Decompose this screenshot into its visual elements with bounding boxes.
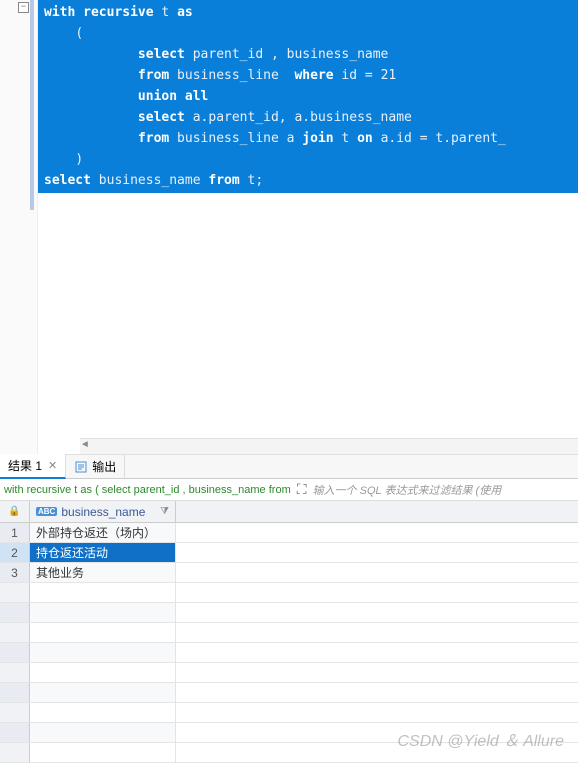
cell-empty	[30, 723, 176, 742]
cell-business-name[interactable]: 其他业务	[30, 563, 176, 582]
sql-editor-area: − with recursive t as ( select parent_id…	[0, 0, 578, 455]
grid-corner[interactable]: 🔒	[0, 501, 30, 522]
expand-icon[interactable]: ⛶	[297, 481, 307, 498]
tab-label: 结果 1	[8, 457, 42, 474]
table-row[interactable]: 1外部持仓返还（场内）	[0, 523, 578, 543]
grid-header-row: 🔒 ABC business_name ⧩	[0, 501, 578, 523]
query-info-bar: with recursive t as ( select parent_id ,…	[0, 479, 578, 501]
row-number	[0, 703, 30, 722]
table-row-empty	[0, 683, 578, 703]
fold-toggle-icon[interactable]: −	[18, 2, 29, 13]
row-number	[0, 643, 30, 662]
output-icon	[74, 460, 88, 474]
table-row-empty	[0, 703, 578, 723]
row-number	[0, 583, 30, 602]
results-grid: 🔒 ABC business_name ⧩ 1外部持仓返还（场内）2持仓返还活动…	[0, 501, 578, 749]
table-row-empty	[0, 603, 578, 623]
cell-empty	[30, 583, 176, 602]
row-number	[0, 723, 30, 742]
cell-business-name[interactable]: 持仓返还活动	[30, 543, 176, 562]
tab-results-1[interactable]: 结果 1 ✕	[0, 454, 66, 479]
table-row-empty	[0, 643, 578, 663]
table-row[interactable]: 2持仓返还活动	[0, 543, 578, 563]
filter-expression-input[interactable]: 输入一个 SQL 表达式来过滤结果 (使用	[313, 482, 574, 498]
row-number	[0, 603, 30, 622]
close-icon[interactable]: ✕	[48, 459, 57, 472]
cell-empty	[30, 683, 176, 702]
table-row-empty	[0, 743, 578, 763]
cell-business-name[interactable]: 外部持仓返还（场内）	[30, 523, 176, 542]
filter-icon[interactable]: ⧩	[160, 506, 169, 517]
cell-empty	[30, 623, 176, 642]
table-row[interactable]: 3其他业务	[0, 563, 578, 583]
code-pane[interactable]: with recursive t as ( select parent_id ,…	[38, 0, 578, 454]
cell-empty	[30, 603, 176, 622]
tab-label: 输出	[92, 458, 116, 475]
row-number: 3	[0, 563, 30, 582]
cell-empty	[30, 743, 176, 762]
query-preview-text: with recursive t as ( select parent_id ,…	[4, 484, 291, 496]
table-row-empty	[0, 663, 578, 683]
row-number: 1	[0, 523, 30, 542]
cell-empty	[30, 703, 176, 722]
table-row-empty	[0, 583, 578, 603]
change-marker	[30, 0, 34, 210]
horizontal-scrollbar[interactable]	[80, 438, 578, 454]
editor-gutter: −	[0, 0, 38, 454]
row-number	[0, 743, 30, 762]
row-number	[0, 663, 30, 682]
column-name: business_name	[61, 505, 145, 519]
tab-output[interactable]: 输出	[66, 455, 125, 478]
row-number	[0, 683, 30, 702]
cell-empty	[30, 643, 176, 662]
row-number	[0, 623, 30, 642]
cell-empty	[30, 663, 176, 682]
results-tab-bar: 结果 1 ✕ 输出	[0, 455, 578, 479]
lock-icon: 🔒	[8, 506, 20, 517]
table-row-empty	[0, 623, 578, 643]
row-number: 2	[0, 543, 30, 562]
type-badge: ABC	[36, 507, 57, 516]
table-row-empty	[0, 723, 578, 743]
column-header-business-name[interactable]: ABC business_name ⧩	[30, 501, 176, 522]
